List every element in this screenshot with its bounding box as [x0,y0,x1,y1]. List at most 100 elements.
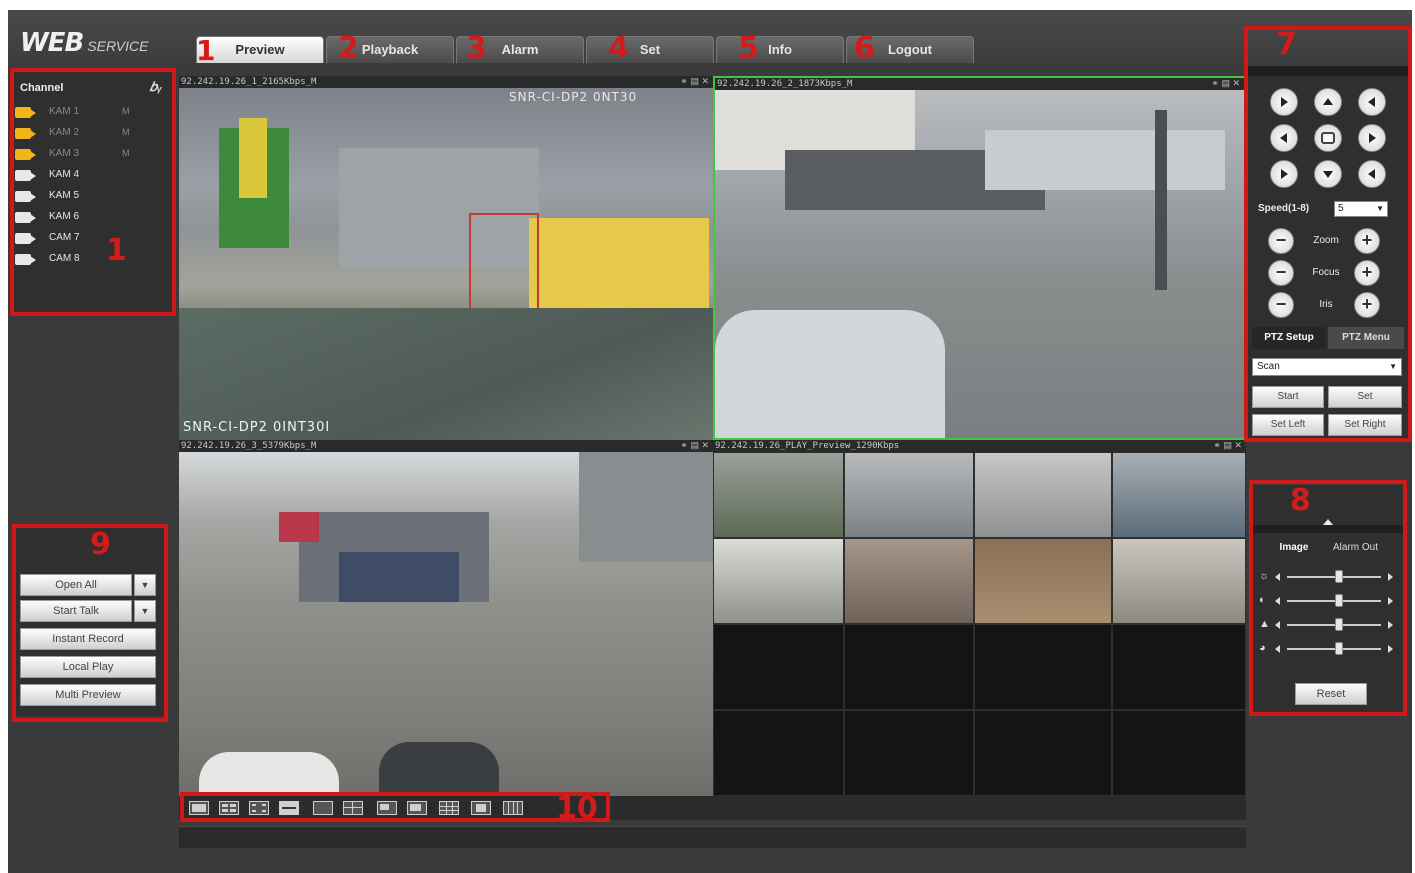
multi-preview-tile[interactable] [974,538,1112,624]
reset-button[interactable]: Reset [1295,683,1367,705]
start-talk-button[interactable]: Start Talk [20,600,132,622]
channel-item[interactable]: KAM 4 [12,165,172,186]
slider-knob[interactable] [1334,570,1343,583]
focus-far-button[interactable]: + [1354,260,1380,286]
ptz-center-button[interactable] [1314,124,1342,152]
chevron-down-icon: ▼ [1389,362,1397,371]
brightness-slider[interactable]: ☼ [1259,569,1397,585]
channel-item[interactable]: KAM 2 M [12,123,172,144]
layout-8-button[interactable] [407,801,427,815]
video-tools-icon[interactable]: ⚭ ▤ ✕ [680,440,709,451]
ptz-left-button[interactable] [1270,124,1298,152]
ptz-start-button[interactable]: Start [1252,386,1324,408]
multi-preview-tile[interactable] [713,710,844,796]
layout-4-button[interactable] [343,801,363,815]
video-window-1[interactable]: 92.242.19.26_1_2165Kbps_M ⚭ ▤ ✕ SNR-CI-D… [179,76,713,440]
ptz-up-right-button[interactable] [1358,88,1386,116]
video-title: 92.242.19.26_2_1873Kbps_M [715,78,1244,90]
multi-preview-tile[interactable] [1112,452,1246,538]
ptz-right-button[interactable] [1358,124,1386,152]
ptz-up-left-button[interactable] [1270,88,1298,116]
open-all-button[interactable]: Open All [20,574,132,596]
video-tools-icon[interactable]: ⚭ ▤ ✕ [1213,440,1242,451]
multi-preview-tile[interactable] [713,624,844,710]
multi-preview-tile[interactable] [844,624,974,710]
layout-13-button[interactable] [471,801,491,815]
layout-single-button[interactable] [279,801,299,815]
tab-set[interactable]: Set [586,36,714,63]
open-all-dropdown[interactable]: ▼ [134,574,156,596]
slider-knob[interactable] [1334,618,1343,631]
layout-1x1-button[interactable] [189,801,209,815]
channel-item[interactable]: KAM 6 [12,207,172,228]
ptz-down-left-button[interactable] [1270,160,1298,188]
zoom-in-button[interactable]: + [1354,228,1380,254]
web-service-app: WEB SERVICE Preview Playback Alarm Set In… [8,10,1412,873]
annotation-1: 1 [106,233,127,268]
multi-preview-tile[interactable] [844,710,974,796]
channel-item[interactable]: KAM 5 [12,186,172,207]
annotation-9: 9 [90,527,111,562]
status-strip [179,826,1246,848]
layout-1-button[interactable] [313,801,333,815]
channel-item[interactable]: CAM 7 [12,228,172,249]
multi-preview-tile[interactable] [974,710,1112,796]
multi-preview-button[interactable]: Multi Preview [20,684,156,706]
multi-preview-tile[interactable] [844,538,974,624]
iris-open-button[interactable]: + [1354,292,1380,318]
focus-near-button[interactable]: − [1268,260,1294,286]
camera-feed [715,90,1244,438]
contrast-slider[interactable]: ◐ [1259,593,1397,609]
video-window-4[interactable]: 92.242.19.26_PLAY_Preview_1290Kbps ⚭ ▤ ✕ [713,440,1246,796]
channel-item[interactable]: CAM 8 [12,249,172,270]
layout-2x2-button[interactable] [219,801,239,815]
fullscreen-button[interactable] [249,801,269,815]
multi-preview-tile[interactable] [974,624,1112,710]
layout-16-button[interactable] [503,801,523,815]
tab-info[interactable]: Info [716,36,844,63]
multi-preview-tile[interactable] [1112,538,1246,624]
multi-preview-tile[interactable] [1112,710,1246,796]
tab-ptz-setup[interactable]: PTZ Setup [1252,327,1326,349]
ptz-down-button[interactable] [1314,160,1342,188]
channel-header: Channel 𝑏ᵧ [12,72,172,102]
instant-record-button[interactable]: Instant Record [20,628,156,650]
tab-ptz-menu[interactable]: PTZ Menu [1328,327,1404,349]
saturation-slider[interactable]: ▲ [1259,617,1397,633]
slider-knob[interactable] [1334,642,1343,655]
speed-select[interactable]: 5 ▼ [1334,201,1388,217]
tab-alarm-out[interactable]: Alarm Out [1333,537,1403,559]
brand-logo: WEB SERVICE [20,28,148,58]
video-window-3[interactable]: 92.242.19.26_3_5379Kbps_M ⚭ ▤ ✕ [179,440,713,796]
set-left-button[interactable]: Set Left [1252,414,1324,436]
tab-image[interactable]: Image [1263,537,1325,559]
multi-preview-tile[interactable] [974,452,1112,538]
channel-item[interactable]: KAM 1 M [12,102,172,123]
slider-knob[interactable] [1334,594,1343,607]
multi-preview-tile[interactable] [1112,624,1246,710]
ptz-panel: Speed(1-8) 5 ▼ − Zoom + − Focus + − Iris … [1248,66,1408,438]
video-tools-icon[interactable]: ⚭ ▤ ✕ [680,76,709,87]
local-play-button[interactable]: Local Play [20,656,156,678]
iris-close-button[interactable]: − [1268,292,1294,318]
multi-preview-tile[interactable] [713,452,844,538]
ptz-set-button[interactable]: Set [1328,386,1402,408]
ptz-up-button[interactable] [1314,88,1342,116]
video-tools-icon[interactable]: ⚭ ▤ ✕ [1211,78,1240,89]
zoom-out-button[interactable]: − [1268,228,1294,254]
ptz-function-select[interactable]: Scan ▼ [1252,358,1402,376]
brightness-icon: ☼ [1259,570,1270,582]
hue-slider[interactable]: ◕ [1259,641,1397,657]
talk-icon[interactable]: 𝑏ᵧ [150,79,162,95]
set-right-button[interactable]: Set Right [1328,414,1402,436]
layout-6-button[interactable] [377,801,397,815]
ptz-down-right-button[interactable] [1358,160,1386,188]
multi-preview-tile[interactable] [713,538,844,624]
video-window-2[interactable]: 92.242.19.26_2_1873Kbps_M ⚭ ▤ ✕ [713,76,1246,440]
channel-item[interactable]: KAM 3 M [12,144,172,165]
collapse-arrow-icon[interactable] [1323,519,1333,525]
video-title: 92.242.19.26_3_5379Kbps_M [179,440,713,452]
layout-9-button[interactable] [439,801,459,815]
start-talk-dropdown[interactable]: ▼ [134,600,156,622]
multi-preview-tile[interactable] [844,452,974,538]
